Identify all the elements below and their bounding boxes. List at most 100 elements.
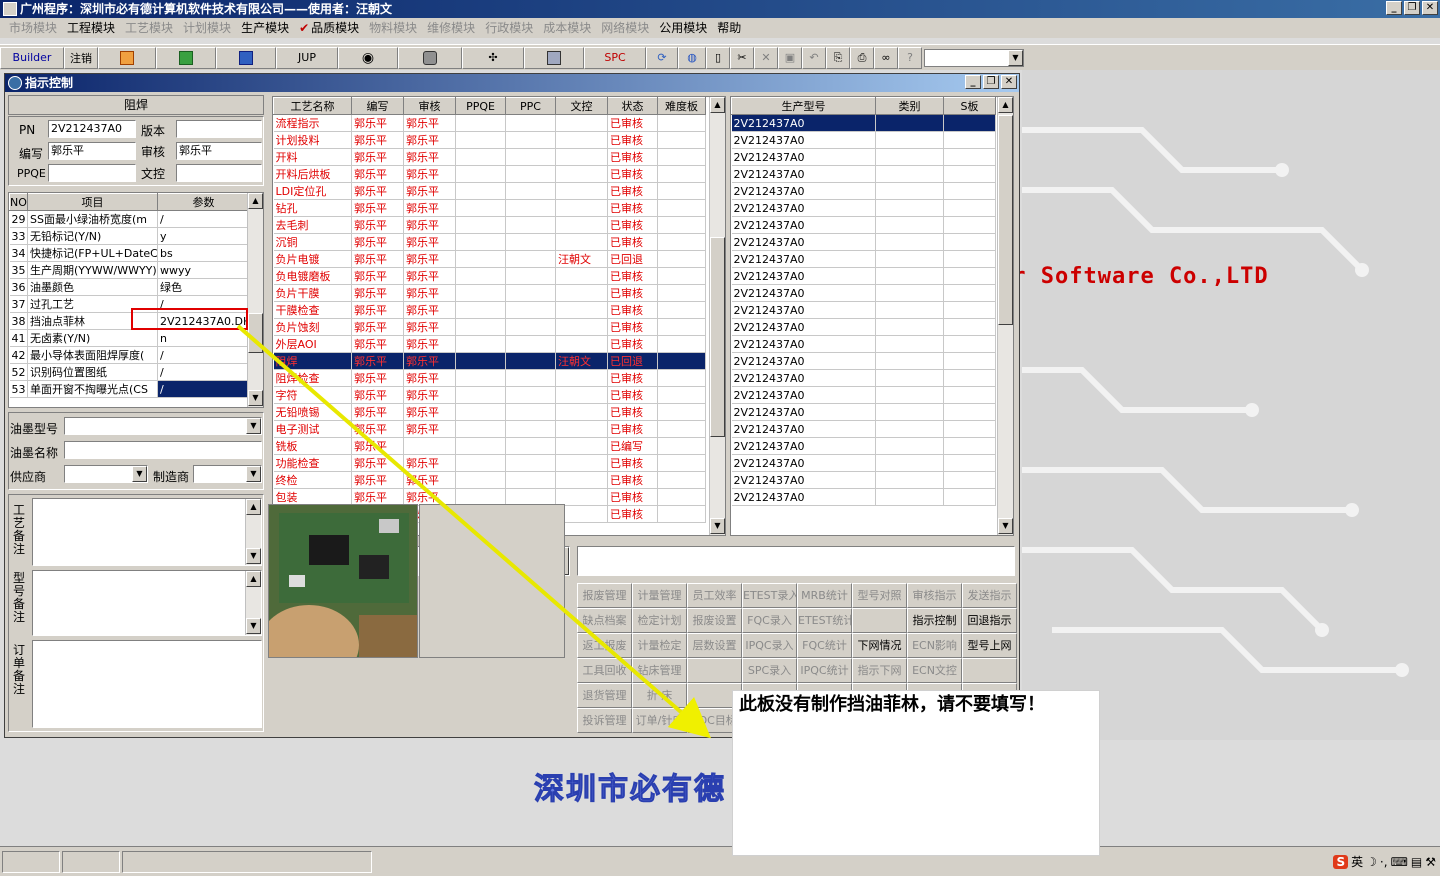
model-grid[interactable]: 生产型号 类别 S板 2V212437A0 2V212437A0 2V212437A0 2… bbox=[730, 96, 1014, 536]
model-row[interactable]: 2V212437A0 bbox=[731, 114, 996, 132]
model-row[interactable]: 2V212437A0 bbox=[731, 488, 996, 506]
logout-button[interactable]: 注销 bbox=[64, 46, 98, 69]
menu-item-10[interactable]: 网络模块 bbox=[596, 18, 654, 38]
model-scrollbar[interactable]: ▲ ▼ bbox=[997, 97, 1013, 535]
new-button[interactable]: ▯ bbox=[706, 46, 730, 69]
undo-button[interactable]: ↶ bbox=[802, 46, 826, 69]
author-field[interactable]: 郭乐平 bbox=[48, 142, 136, 160]
toolbar-combo[interactable]: ▼ bbox=[924, 48, 1024, 67]
param-header-item[interactable]: 项目 bbox=[27, 193, 158, 211]
param-cell-value[interactable]: y bbox=[157, 227, 250, 245]
function-button[interactable]: 检定计划 bbox=[632, 608, 687, 633]
function-button[interactable]: 发送指示 bbox=[962, 583, 1017, 608]
param-row[interactable]: 53 单面开窗不掏曝光点(CS / bbox=[9, 380, 250, 398]
process-row[interactable]: 计划投料 郭乐平 郭乐平 已审核 bbox=[273, 131, 706, 149]
network-button[interactable]: ✣ bbox=[462, 46, 524, 69]
model-row[interactable]: 2V212437A0 bbox=[731, 403, 996, 421]
process-row[interactable]: 开料 郭乐平 郭乐平 已审核 bbox=[273, 148, 706, 166]
chevron-down-icon[interactable]: ▼ bbox=[1008, 49, 1023, 66]
scroll-down-icon[interactable]: ▼ bbox=[248, 390, 263, 406]
restore-button[interactable]: ❐ bbox=[1404, 1, 1420, 15]
function-button[interactable]: ECN文控 bbox=[907, 658, 962, 683]
param-row[interactable]: 36 油墨颜色 绿色 bbox=[9, 278, 250, 296]
scroll-up-icon[interactable]: ▲ bbox=[246, 571, 261, 587]
process-row[interactable]: 包装 郭乐平 郭乐平 已审核 bbox=[273, 488, 706, 506]
process-row[interactable]: 负电镀磨板 郭乐平 郭乐平 已审核 bbox=[273, 267, 706, 285]
param-row[interactable]: 34 快捷标记(FP+UL+DateCo bs bbox=[9, 244, 250, 262]
process-header[interactable]: PPC bbox=[505, 97, 556, 115]
function-button[interactable]: 指示下网 bbox=[852, 658, 907, 683]
note-scrollbar[interactable]: ▲ ▼ bbox=[245, 571, 261, 635]
menu-item-7[interactable]: 维修模块 bbox=[422, 18, 480, 38]
process-row[interactable]: 干膜检查 郭乐平 郭乐平 已审核 bbox=[273, 301, 706, 319]
process-row[interactable]: 电子测试 郭乐平 郭乐平 已审核 bbox=[273, 420, 706, 438]
process-header[interactable]: 文控 bbox=[555, 97, 608, 115]
param-scrollbar[interactable]: ▲ ▼ bbox=[247, 193, 263, 407]
doc-control-field[interactable] bbox=[176, 164, 262, 182]
process-row[interactable]: 阻焊 郭乐平 郭乐平 汪朝文 已回退 bbox=[273, 352, 706, 370]
scroll-up-icon[interactable]: ▲ bbox=[710, 97, 725, 113]
menu-item-11[interactable]: 公用模块 bbox=[654, 18, 712, 38]
process-note-field[interactable]: ▲ ▼ bbox=[32, 498, 262, 566]
param-cell-value[interactable]: / bbox=[157, 346, 250, 364]
process-row[interactable]: 负片电镀 郭乐平 郭乐平 汪朝文 已回退 bbox=[273, 250, 706, 268]
process-row[interactable]: 外层AOI 郭乐平 郭乐平 已审核 bbox=[273, 335, 706, 353]
function-button[interactable]: 工具回收 bbox=[577, 658, 632, 683]
param-row[interactable]: 33 无铅标记(Y/N) y bbox=[9, 227, 250, 245]
function-button[interactable] bbox=[852, 608, 907, 633]
menu-item-8[interactable]: 行政模块 bbox=[480, 18, 538, 38]
function-button[interactable]: 型号对照 bbox=[852, 583, 907, 608]
note-scrollbar[interactable]: ▲ ▼ bbox=[245, 499, 261, 565]
scroll-down-icon[interactable]: ▼ bbox=[998, 518, 1013, 534]
function-button[interactable]: 退货管理 bbox=[577, 683, 632, 708]
function-button[interactable]: 员工效率 bbox=[687, 583, 742, 608]
param-cell-value[interactable]: bs bbox=[157, 244, 250, 262]
keyboard-icon[interactable]: ⌨ bbox=[1391, 855, 1408, 869]
param-row[interactable]: 41 无卤素(Y/N) n bbox=[9, 329, 250, 347]
function-button[interactable]: 指示控制 bbox=[907, 608, 962, 633]
function-button[interactable]: ECN影响 bbox=[907, 633, 962, 658]
process-row[interactable]: 去毛刺 郭乐平 郭乐平 已审核 bbox=[273, 216, 706, 234]
process-header[interactable]: 审核 bbox=[403, 97, 456, 115]
function-button[interactable]: 计量检定 bbox=[632, 633, 687, 658]
param-cell-value[interactable]: / bbox=[157, 363, 250, 381]
browser-button[interactable]: ◍ bbox=[678, 46, 706, 69]
model-row[interactable]: 2V212437A0 bbox=[731, 165, 996, 183]
model-note-field[interactable]: ▲ ▼ bbox=[32, 570, 262, 636]
wrench-icon[interactable]: ⚒ bbox=[1425, 855, 1436, 869]
scroll-down-icon[interactable]: ▼ bbox=[710, 518, 725, 534]
process-header[interactable]: 状态 bbox=[607, 97, 658, 115]
model-row[interactable]: 2V212437A0 bbox=[731, 454, 996, 472]
function-button[interactable]: IPQC录入 bbox=[742, 633, 797, 658]
process-header[interactable]: 编写 bbox=[351, 97, 404, 115]
moon-icon[interactable]: ☽ bbox=[1366, 855, 1377, 869]
process-row[interactable]: 负片蚀刻 郭乐平 郭乐平 已审核 bbox=[273, 318, 706, 336]
function-button[interactable]: 折 床 bbox=[632, 683, 687, 708]
function-button[interactable]: 审核指示 bbox=[907, 583, 962, 608]
word-button[interactable] bbox=[216, 46, 276, 69]
menu-item-9[interactable]: 成本模块 bbox=[538, 18, 596, 38]
model-row[interactable]: 2V212437A0 bbox=[731, 233, 996, 251]
menu-item-6[interactable]: 物料模块 bbox=[364, 18, 422, 38]
model-row[interactable]: 2V212437A0 bbox=[731, 437, 996, 455]
menu-item-12[interactable]: 帮助 bbox=[712, 18, 746, 38]
process-grid[interactable]: 工艺名称 编写 审核 PPQE PPC 文控 状态 难度板 流程指示 郭乐平 郭乐平 已审核 计划投料… bbox=[272, 96, 726, 536]
process-header[interactable]: 难度板 bbox=[657, 97, 706, 115]
ppqe-field[interactable] bbox=[48, 164, 136, 182]
ink-type-combo[interactable]: ▼ bbox=[64, 417, 262, 435]
model-row[interactable]: 2V212437A0 bbox=[731, 420, 996, 438]
function-button[interactable]: 下网情况 bbox=[852, 633, 907, 658]
process-row[interactable]: 沉铜 郭乐平 郭乐平 已审核 bbox=[273, 233, 706, 251]
model-row[interactable]: 2V212437A0 bbox=[731, 301, 996, 319]
param-row[interactable]: 29 SS面最小绿油桥宽度(m / bbox=[9, 210, 250, 228]
model-row[interactable]: 2V212437A0 bbox=[731, 131, 996, 149]
child-close-button[interactable]: ✕ bbox=[1001, 75, 1017, 89]
param-cell-value[interactable]: n bbox=[157, 329, 250, 347]
function-button[interactable]: 投诉管理 bbox=[577, 708, 632, 733]
process-row[interactable]: LDI定位孔 郭乐平 郭乐平 已审核 bbox=[273, 182, 706, 200]
scroll-thumb[interactable] bbox=[998, 115, 1013, 325]
model-header[interactable]: 类别 bbox=[875, 97, 944, 115]
skin-icon[interactable]: ▤ bbox=[1411, 855, 1422, 869]
param-header-no[interactable]: NO bbox=[9, 193, 28, 211]
param-header-value[interactable]: 参数 bbox=[157, 193, 250, 211]
